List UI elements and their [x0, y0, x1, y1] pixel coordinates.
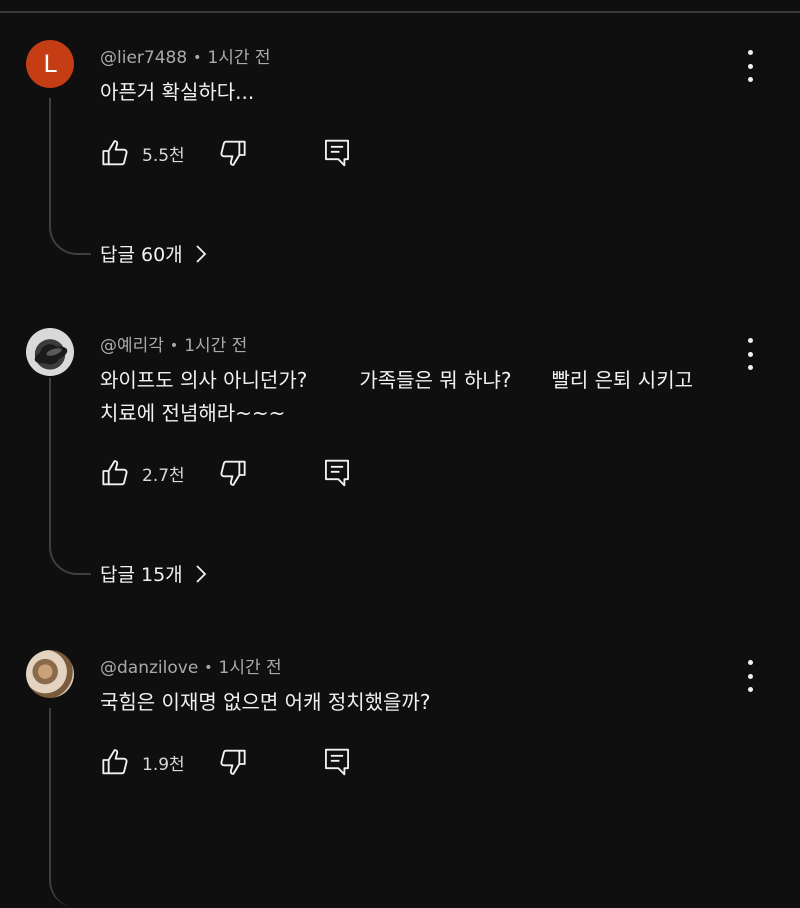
comment-actions: 2.7천 [100, 456, 360, 490]
replies-link[interactable]: 답글 15개 [100, 560, 207, 587]
avatar[interactable] [26, 328, 74, 376]
reply-comment-icon [325, 459, 349, 487]
comment-time: 1시간 전 [218, 658, 282, 678]
comment-author[interactable]: @예리각 [100, 336, 164, 356]
comment-text: 와이프도 의사 아니던가? 가족들은 뭐 하냐? 빨리 은퇴 시키고 치료에 전념해… [100, 368, 693, 425]
comment-header: @예리각 • 1시간 전 [100, 336, 248, 356]
avatar[interactable] [26, 650, 74, 698]
comment-time: 1시간 전 [207, 48, 271, 68]
comment-text: 국힘은 이재명 없으면 어캐 정치했을까? [100, 690, 431, 714]
comment-author[interactable]: @danzilove [100, 658, 198, 678]
like-count: 1.9천 [142, 754, 185, 775]
replies-link[interactable]: 답글 60개 [100, 240, 207, 267]
thumbs-up-icon [102, 749, 128, 775]
thread-line [49, 98, 91, 255]
thread-line [49, 708, 91, 908]
more-vert-icon[interactable] [740, 660, 760, 692]
thumbs-up-icon [102, 140, 128, 166]
comment-author[interactable]: @lier7488 [100, 48, 187, 68]
dislike-button[interactable] [216, 745, 248, 779]
like-count: 5.5천 [142, 145, 185, 166]
thumbs-down-icon [220, 460, 246, 486]
reply-button[interactable] [322, 456, 352, 490]
chevron-right-icon [196, 244, 206, 263]
comment-header: @lier7488 • 1시간 전 [100, 48, 271, 68]
more-vert-icon[interactable] [740, 50, 760, 82]
reply-button[interactable] [322, 136, 352, 170]
dislike-button[interactable] [216, 136, 248, 170]
more-vert-icon[interactable] [740, 338, 760, 370]
like-count: 2.7천 [142, 465, 185, 486]
like-button[interactable]: 1.9천 [100, 745, 185, 779]
like-button[interactable]: 2.7천 [100, 456, 185, 490]
comment-actions: 1.9천 [100, 745, 360, 779]
reply-comment-icon [325, 748, 349, 776]
comment-text: 아픈거 확실하다... [100, 80, 255, 104]
like-button[interactable]: 5.5천 [100, 136, 185, 170]
thumbs-up-icon [102, 460, 128, 486]
comment-time: 1시간 전 [184, 336, 248, 356]
thumbs-down-icon [220, 749, 246, 775]
comment-actions: 5.5천 [100, 136, 360, 170]
thumbs-down-icon [220, 140, 246, 166]
top-divider [0, 11, 800, 13]
reply-comment-icon [325, 139, 349, 167]
comment-header: @danzilove • 1시간 전 [100, 658, 282, 678]
avatar[interactable]: L [26, 40, 74, 88]
chevron-right-icon [196, 564, 206, 583]
reply-button[interactable] [322, 745, 352, 779]
dislike-button[interactable] [216, 456, 248, 490]
thread-line [49, 378, 91, 575]
